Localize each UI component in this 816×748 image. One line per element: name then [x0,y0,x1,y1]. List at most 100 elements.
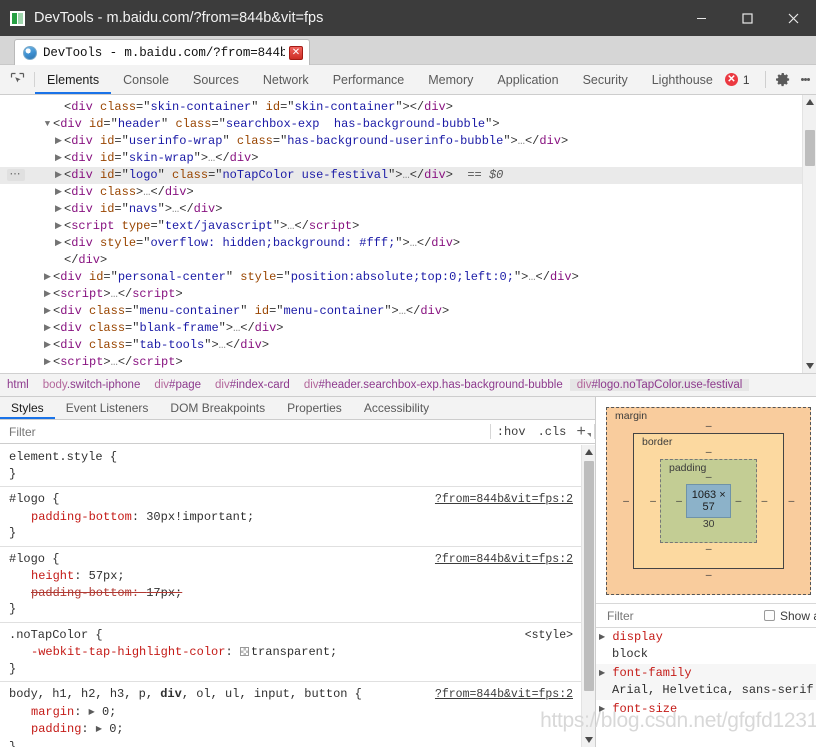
css-declaration[interactable]: padding-bottom: 30px!important; [0,509,581,526]
breadcrumb-item[interactable]: div#page [147,379,208,391]
tab-console[interactable]: Console [111,65,181,94]
dom-node-row[interactable]: ▼ <div id="header" class="searchbox-exp h… [0,116,802,133]
tab-styles[interactable]: Styles [0,397,55,419]
css-rule-source-link[interactable]: <style> [517,628,573,645]
css-property-name[interactable]: padding [31,722,81,736]
computed-properties-list[interactable]: ▶ display block ▶ font-family Arial, Helvet… [596,628,816,720]
more-options-icon[interactable] [795,77,816,83]
minimize-button[interactable] [678,0,724,36]
css-selector[interactable]: body, h1, h2, h3, p, div, ol, ul, input,… [9,686,362,703]
breadcrumb[interactable]: html body.switch-iphone div#page div#index-… [0,374,816,397]
box-model-border[interactable]: border – – padding – – 1063 × 57 – 30 – … [633,433,785,569]
tab-event-listeners[interactable]: Event Listeners [55,397,160,419]
dom-node-row[interactable]: ▶ <div class="blank-frame">…</div> [0,320,802,337]
more-nodes-icon[interactable]: ⋯ [6,169,25,181]
tab-memory[interactable]: Memory [416,65,485,94]
scroll-down-icon[interactable] [803,359,816,373]
color-swatch-icon[interactable] [239,647,249,656]
collapsed-twisty-icon[interactable]: ▶ [53,133,64,150]
computed-filter-input[interactable] [605,607,764,624]
css-rule-source-link[interactable]: ?from=844b&vit=fps:2 [427,492,573,509]
tab-application[interactable]: Application [485,65,570,94]
styles-scroll-up-icon[interactable] [582,445,595,459]
dom-node-row[interactable]: ▶ <div class="menu-container" id="menu-co… [0,303,802,320]
border-left-value[interactable]: – [646,495,660,507]
padding-left-value[interactable]: – [672,495,686,507]
css-selector[interactable]: .noTapColor { [9,627,103,644]
dom-tree-list[interactable]: <div class="skin-container" id="skin-con… [0,95,802,371]
breadcrumb-item[interactable]: div#header.searchbox-exp.has-background-… [297,379,570,391]
styles-filter-input[interactable] [0,423,490,440]
computed-property-name[interactable]: ▶ display [596,629,816,646]
css-property-name[interactable]: height [31,569,74,583]
collapsed-twisty-icon[interactable]: ▶ [42,337,53,354]
collapsed-twisty-icon[interactable]: ▶ [53,184,64,201]
dom-node-row[interactable]: ⋯ ▶ <div id="logo" class="noTapColor use-f… [0,167,802,184]
dom-node-row[interactable]: ▶ <div style="overflow: hidden;background… [0,235,802,252]
css-rule-source-link[interactable]: ?from=844b&vit=fps:2 [427,552,573,569]
css-property-value[interactable]: 57px; [89,569,125,583]
devtools-tab[interactable]: DevTools - m.baidu.com/?from=844b&vit=fp… [14,39,310,65]
collapsed-twisty-icon[interactable]: ▶ [42,354,53,371]
css-rule[interactable]: #logo {?from=844b&vit=fps:2 padding-botto… [0,487,581,547]
breadcrumb-item[interactable]: body.switch-iphone [36,379,148,391]
css-declaration[interactable]: margin: ▶ 0; [0,704,581,722]
css-rule[interactable]: #logo {?from=844b&vit=fps:2 height: 57px;… [0,547,581,623]
tab-sources[interactable]: Sources [181,65,251,94]
css-selector[interactable]: #logo { [9,551,59,568]
margin-bottom-value[interactable]: – [619,569,798,582]
tab-security[interactable]: Security [571,65,640,94]
error-badge[interactable]: ✕ 1 [724,73,750,87]
show-all-toggle[interactable]: Show all [764,609,816,623]
expand-shorthand-icon[interactable]: ▶ [96,722,102,739]
styles-scrollbar-thumb[interactable] [584,461,594,691]
css-property-value[interactable]: 0; [102,705,116,719]
computed-property[interactable]: ▶ display block [596,628,816,664]
tab-elements[interactable]: Elements [35,65,111,94]
dom-tree-scrollbar[interactable] [802,95,816,373]
box-model-margin[interactable]: margin – – border – – padding – – 1063 ×… [606,407,812,595]
scroll-up-icon[interactable] [803,95,816,109]
dom-node-row[interactable]: </div> [0,252,802,269]
collapsed-twisty-icon[interactable]: ▶ [53,235,64,252]
breadcrumb-item[interactable]: div#index-card [208,379,297,391]
dom-node-row[interactable]: ▶ <div class="tab-tools">…</div> [0,337,802,354]
expand-shorthand-icon[interactable]: ▶ [89,705,95,722]
margin-right-value[interactable]: – [784,495,798,507]
dom-node-row[interactable]: ▶ <div class>…</div> [0,184,802,201]
css-rule[interactable]: .noTapColor { <style> -webkit-tap-highligh… [0,623,581,682]
dom-node-row[interactable]: ▶ <div id="navs">…</div> [0,201,802,218]
collapsed-twisty-icon[interactable]: ▶ [42,320,53,337]
styles-scroll-down-icon[interactable] [582,733,596,747]
tab-dom-breakpoints[interactable]: DOM Breakpoints [159,397,276,419]
collapsed-twisty-icon[interactable]: ▶ [42,303,53,320]
dom-node-row[interactable]: ▶ <div id="personal-center" style="positi… [0,269,802,286]
css-selector[interactable]: #logo { [9,491,59,508]
css-property-value[interactable]: 30px!important; [146,510,254,524]
css-property-name[interactable]: margin [31,705,74,719]
dom-node-row[interactable]: ▶ <div id="skin-wrap">…</div> [0,150,802,167]
css-selector[interactable]: element.style { [9,449,117,466]
new-style-rule-button[interactable]: + [572,424,594,440]
css-rule-source-link[interactable]: ?from=844b&vit=fps:2 [427,687,573,704]
css-declaration[interactable]: padding-bottom: 17px; [0,585,581,602]
tab-lighthouse[interactable]: Lighthouse [640,65,725,94]
computed-property[interactable]: ▶ font-size [596,700,816,720]
collapsed-twisty-icon[interactable]: ▶ [53,167,64,184]
breadcrumb-item[interactable]: div#logo.noTapColor.use-festival [569,379,750,391]
css-rule[interactable]: element.style {} [0,445,581,487]
css-property-value[interactable]: 0; [109,722,123,736]
css-property-name[interactable]: padding-bottom [31,510,132,524]
css-property-value[interactable]: transparent; [251,645,337,659]
computed-property-name[interactable]: ▶ font-family [596,665,816,682]
dom-node-row[interactable]: ▶ <script type="text/javascript">…</scrip… [0,218,802,235]
css-property-name[interactable]: -webkit-tap-highlight-color [31,645,225,659]
border-bottom-value[interactable]: – [646,543,771,556]
dom-node-row[interactable]: ▶ <script>…</script> [0,286,802,303]
tab-properties[interactable]: Properties [276,397,353,419]
collapsed-twisty-icon[interactable]: ▶ [53,150,64,167]
expanded-twisty-icon[interactable]: ▼ [42,116,53,133]
scrollbar-thumb[interactable] [805,130,815,166]
breadcrumb-item[interactable]: html [0,379,36,391]
computed-property[interactable]: ▶ font-family Arial, Helvetica, sans-seri… [596,664,816,700]
